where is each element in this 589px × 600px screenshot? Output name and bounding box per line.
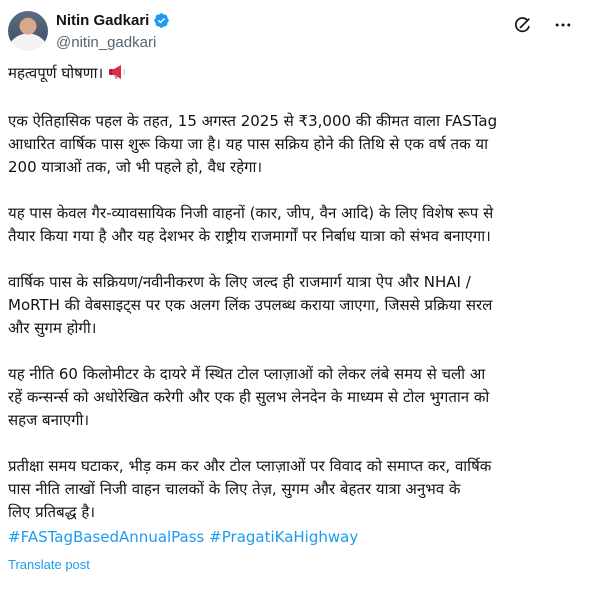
post-paragraph: यह नीति 60 किलोमीटर के दायरे में स्थित ट… [8, 365, 490, 429]
post-header: Nitin Gadkari @nitin_gadkari [8, 8, 580, 56]
grok-icon[interactable] [512, 14, 534, 36]
hashtag-row: #FASTagBasedAnnualPass #PragatiKaHighway [8, 526, 578, 549]
header-actions [512, 14, 574, 36]
megaphone-icon [108, 64, 128, 87]
post-paragraph: वार्षिक पास के सक्रियण/नवीनीकरण के लिए ज… [8, 273, 493, 337]
post-paragraph: एक ऐतिहासिक पहल के तहत, 15 अगस्त 2025 से… [8, 112, 498, 176]
hashtag-link[interactable]: #PragatiKaHighway [209, 528, 358, 546]
verified-badge-icon [153, 12, 170, 29]
avatar[interactable] [8, 11, 48, 51]
translate-post-link[interactable]: Translate post [8, 553, 578, 576]
post-text: महत्वपूर्ण घोषणा। एक ऐतिहासिक पहल के तहत… [8, 62, 578, 576]
post-paragraph: प्रतीक्षा समय घटाकर, भीड़ कम कर और टोल प… [8, 457, 492, 521]
author-name-row: Nitin Gadkari [56, 12, 170, 29]
author-handle[interactable]: @nitin_gadkari [56, 34, 156, 51]
post-paragraph: यह पास केवल गैर-व्यावसायिक निजी वाहनों (… [8, 204, 494, 245]
post-paragraph: महत्वपूर्ण घोषणा। [8, 62, 578, 87]
post-paragraph-text: महत्वपूर्ण घोषणा। [8, 64, 104, 82]
author-name[interactable]: Nitin Gadkari [56, 12, 149, 29]
more-options-icon[interactable] [552, 14, 574, 36]
hashtag-link[interactable]: #FASTagBasedAnnualPass [8, 528, 204, 546]
